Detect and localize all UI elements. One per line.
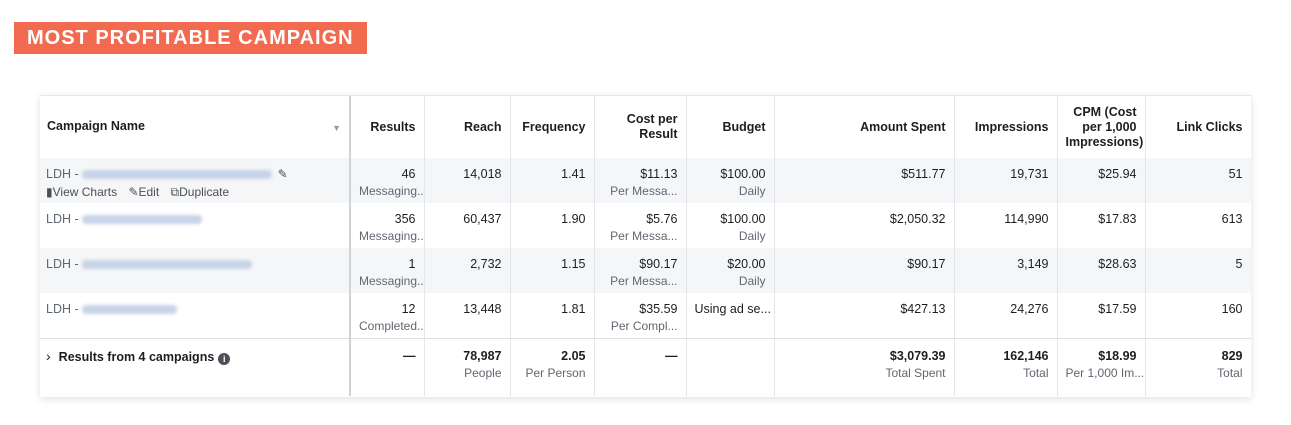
col-cpm[interactable]: CPM (Cost per 1,000 Impressions) [1057,96,1146,158]
totals-clicks-cell: 829 Total [1145,338,1251,396]
frequency-cell: 1.15 [510,248,595,293]
redacted-name [81,215,202,225]
impressions-cell: 24,276 [954,293,1058,338]
col-budget[interactable]: Budget [686,96,775,158]
table-row[interactable]: LDH - 1 Messaging... 2,732 1.15 $90.17 Per… [40,248,1251,293]
col-results[interactable]: Results [350,96,425,158]
totals-spent-cell: $3,079.39 Total Spent [774,338,955,396]
cpm-cell: $25.94 [1057,158,1146,203]
banner-title: MOST PROFITABLE CAMPAIGN [14,22,367,54]
cpm-cell: $28.63 [1057,248,1146,293]
duplicate-link[interactable]: ⧉Duplicate [171,185,230,199]
budget-cell[interactable]: $100.00 Daily [686,158,775,203]
results-cell: 46 Messaging... [350,158,425,203]
impressions-cell: 114,990 [954,203,1058,248]
pencil-icon[interactable]: ✎ [278,167,288,181]
totals-cpm-cell: $18.99 Per 1,000 Im... [1057,338,1146,396]
totals-label-cell[interactable]: › Results from 4 campaigns i [40,338,351,396]
info-icon[interactable]: i [218,352,231,365]
table-row[interactable]: LDH - 356 Messaging... 60,437 1.90 $5.76 P… [40,203,1251,248]
results-cell: 1 Messaging... [350,248,425,293]
campaign-name-cell[interactable]: LDH - ✎ ▮View Charts ✎Edit ⧉Duplicate [40,158,351,203]
results-cell: 356 Messaging... [350,203,425,248]
clicks-cell: 51 [1145,158,1251,203]
spent-cell: $2,050.32 [774,203,955,248]
col-link-clicks[interactable]: Link Clicks [1145,96,1251,158]
bar-chart-icon: ▮ [46,185,53,199]
redacted-name [81,170,272,180]
cost-cell: $5.76 Per Messa... [594,203,687,248]
header-row: Campaign Name ▼ Results Reach Frequency … [40,96,1251,158]
reach-cell: 60,437 [424,203,511,248]
totals-budget-cell [686,338,775,396]
redacted-name [81,305,177,315]
totals-row: › Results from 4 campaigns i — 78,987 Peopl… [40,338,1251,396]
reach-cell: 14,018 [424,158,511,203]
col-amount-spent[interactable]: Amount Spent [774,96,955,158]
campaign-name-cell[interactable]: LDH - [40,248,351,293]
spent-cell: $427.13 [774,293,955,338]
col-reach[interactable]: Reach [424,96,511,158]
redacted-name [81,260,252,270]
cpm-cell: $17.59 [1057,293,1146,338]
table-row[interactable]: LDH - ✎ ▮View Charts ✎Edit ⧉Duplicate 46 M… [40,158,1251,203]
spent-cell: $511.77 [774,158,955,203]
totals-results-cell: — [350,338,425,396]
frequency-cell: 1.90 [510,203,595,248]
cpm-cell: $17.83 [1057,203,1146,248]
clicks-cell: 5 [1145,248,1251,293]
row-actions: ▮View Charts ✎Edit ⧉Duplicate [46,184,341,201]
clicks-cell: 160 [1145,293,1251,338]
campaign-name-cell[interactable]: LDH - [40,293,351,338]
results-cell: 12 Completed... [350,293,425,338]
totals-cost-cell: — [594,338,687,396]
spent-cell: $90.17 [774,248,955,293]
totals-impressions-cell: 162,146 Total [954,338,1058,396]
col-cost-per-result[interactable]: Cost per Result [594,96,687,158]
edit-link[interactable]: ✎Edit [128,185,159,199]
frequency-cell: 1.41 [510,158,595,203]
totals-reach-cell: 78,987 People [424,338,511,396]
duplicate-icon: ⧉ [170,185,180,199]
impressions-cell: 19,731 [954,158,1058,203]
cost-cell: $90.17 Per Messa... [594,248,687,293]
impressions-cell: 3,149 [954,248,1058,293]
campaign-name-cell[interactable]: LDH - [40,203,351,248]
clicks-cell: 613 [1145,203,1251,248]
view-charts-link[interactable]: ▮View Charts [46,185,117,199]
reach-cell: 2,732 [424,248,511,293]
budget-cell[interactable]: $100.00 Daily [686,203,775,248]
cost-cell: $35.59 Per Compl... [594,293,687,338]
pencil-icon: ✎ [128,185,139,199]
budget-cell[interactable]: Using ad se... [686,293,775,338]
cost-cell: $11.13 Per Messa... [594,158,687,203]
reach-cell: 13,448 [424,293,511,338]
frequency-cell: 1.81 [510,293,595,338]
totals-frequency-cell: 2.05 Per Person [510,338,595,396]
chevron-right-icon[interactable]: › [46,348,51,365]
budget-cell[interactable]: $20.00 Daily [686,248,775,293]
col-impressions[interactable]: Impressions [954,96,1058,158]
col-campaign-name[interactable]: Campaign Name ▼ [40,96,351,158]
table-row[interactable]: LDH - 12 Completed... 13,448 1.81 $35.59 P… [40,293,1251,338]
col-frequency[interactable]: Frequency [510,96,595,158]
sort-caret-icon[interactable]: ▼ [332,121,341,136]
campaign-table: Campaign Name ▼ Results Reach Frequency … [40,95,1251,397]
